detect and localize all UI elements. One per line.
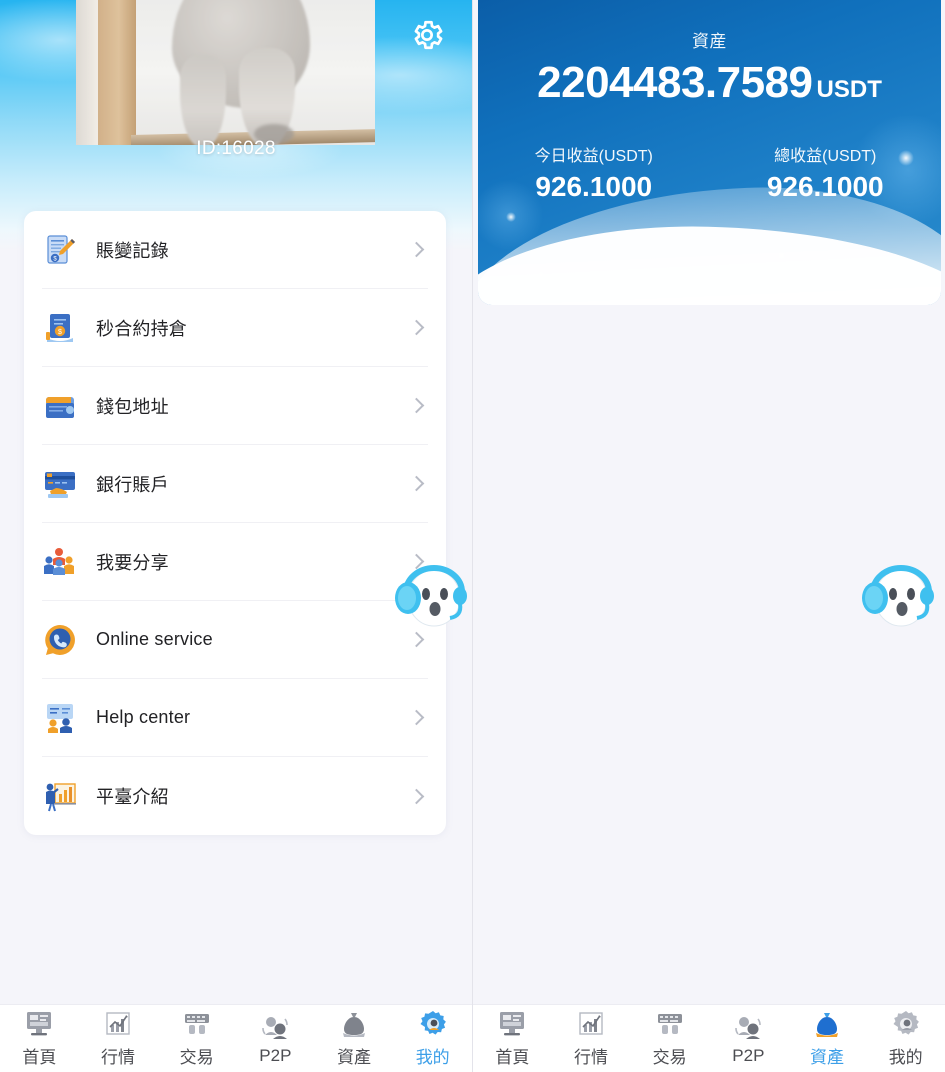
market-chart-icon: [579, 1012, 603, 1035]
menu-item-label: 秒合約持倉: [96, 318, 187, 339]
nav-item-trade[interactable]: 交易: [157, 1009, 236, 1068]
menu-item-transaction-records[interactable]: $ 賬變記錄: [42, 211, 428, 289]
chevron-right-icon: [408, 475, 425, 492]
nav-label: 行情: [101, 1048, 135, 1067]
nav-item-p2p[interactable]: P2P: [236, 1012, 315, 1066]
mine-gear-icon: [893, 1011, 919, 1035]
menu-item-label: 錢包地址: [96, 396, 169, 417]
bank-card-icon: [42, 466, 78, 502]
nav-item-home[interactable]: 首頁: [473, 1009, 552, 1068]
balance-amount: 2204483.7589: [537, 58, 813, 107]
stat-value: 926.1000: [766, 171, 884, 202]
market-chart-icon: [106, 1012, 130, 1035]
total-profit-stat: 總收益(USDT) 926.1000: [710, 142, 942, 203]
phone-chat-icon: [42, 622, 78, 658]
nav-item-home[interactable]: 首頁: [0, 1009, 79, 1068]
menu-item-label: Online service: [96, 629, 213, 649]
nav-label: 交易: [652, 1048, 687, 1067]
menu-item-help-center[interactable]: Help center: [42, 679, 428, 757]
menu-item-contract-positions[interactable]: $ 秒合約持倉: [42, 289, 428, 367]
chevron-right-icon: [408, 709, 425, 726]
home-monitor-icon: [500, 1012, 525, 1036]
balance-unit: USDT: [816, 76, 882, 103]
chevron-right-icon: [408, 241, 425, 258]
nav-item-assets[interactable]: 資產: [315, 1009, 394, 1068]
nav-label: 我的: [415, 1048, 450, 1067]
menu-item-label: 賬變記錄: [96, 240, 169, 261]
stat-value: 926.1000: [535, 171, 653, 202]
nav-label: 交易: [179, 1048, 214, 1067]
nav-label: 資產: [810, 1048, 845, 1067]
help-support-icon: [42, 700, 78, 736]
document-pencil-icon: $: [42, 232, 78, 268]
app-screen: ID:16028 $ 賬變記錄 $ 秒合約持倉 錢包地址 銀行賬戶 我要分享 O…: [0, 0, 945, 1072]
share-people-icon: [42, 544, 78, 580]
nav-label: 首頁: [22, 1048, 57, 1067]
menu-item-share[interactable]: 我要分享: [42, 523, 428, 601]
nav-item-trade[interactable]: 交易: [630, 1009, 709, 1068]
p2p-people-icon: [735, 1016, 762, 1039]
mine-gear-icon: [420, 1011, 446, 1035]
assets-panel: 資産 2204483.7589 USDT 今日收益(USDT) 926.1000…: [472, 0, 945, 1072]
nav-item-assets[interactable]: 資產: [788, 1009, 867, 1068]
presentation-chart-icon: [42, 778, 78, 814]
menu-item-label: 銀行賬戶: [96, 474, 169, 495]
settings-button[interactable]: [404, 12, 450, 58]
today-profit-stat: 今日收益(USDT) 926.1000: [478, 142, 710, 203]
nav-item-mine[interactable]: 我的: [866, 1009, 945, 1068]
bottom-nav-left: 首頁 行情 交易 P2P 資產 我的: [0, 1004, 472, 1072]
nav-item-p2p[interactable]: P2P: [709, 1012, 788, 1066]
nav-item-mine[interactable]: 我的: [393, 1009, 472, 1068]
bottom-nav-right: 首頁 行情 交易 P2P 資產 我的: [473, 1004, 945, 1072]
chevron-right-icon: [408, 319, 425, 336]
nav-label: 我的: [888, 1048, 923, 1067]
nav-label: P2P: [259, 1045, 292, 1065]
assets-moneybag-icon: [816, 1013, 839, 1037]
menu-item-label: 我要分享: [96, 552, 169, 573]
profile-panel: ID:16028 $ 賬變記錄 $ 秒合約持倉 錢包地址 銀行賬戶 我要分享 O…: [0, 0, 472, 1072]
customer-service-button[interactable]: [382, 552, 472, 636]
chevron-right-icon: [408, 397, 425, 414]
nav-label: 首頁: [495, 1048, 530, 1067]
profile-menu-card: $ 賬變記錄 $ 秒合約持倉 錢包地址 銀行賬戶 我要分享 Online ser…: [24, 211, 446, 835]
menu-item-bank-account[interactable]: 銀行賬戶: [42, 445, 428, 523]
user-id-label: ID:16028: [196, 138, 276, 159]
nav-item-market[interactable]: 行情: [79, 1009, 158, 1068]
stat-label: 今日收益(USDT): [534, 148, 653, 165]
customer-service-button[interactable]: [849, 552, 941, 636]
trade-keyboard-icon: [657, 1014, 682, 1034]
nav-label: 資產: [337, 1048, 372, 1067]
balance-title: 資産: [692, 32, 727, 51]
nav-label: P2P: [732, 1045, 765, 1065]
customer-service-mascot-icon: [395, 565, 467, 627]
wallet-icon: [42, 388, 78, 424]
p2p-people-icon: [262, 1016, 289, 1039]
trade-keyboard-icon: [184, 1014, 209, 1034]
menu-item-online-service[interactable]: Online service: [42, 601, 428, 679]
stat-label: 總收益(USDT): [774, 148, 877, 165]
chevron-right-icon: [408, 788, 425, 804]
menu-item-platform-intro[interactable]: 平臺介紹: [42, 757, 428, 835]
avatar[interactable]: [76, 0, 375, 145]
menu-item-label: Help center: [96, 707, 191, 727]
svg-text:$: $: [58, 329, 62, 336]
nav-label: 行情: [574, 1048, 608, 1067]
gear-icon: [414, 20, 443, 50]
menu-item-wallet-address[interactable]: 錢包地址: [42, 367, 428, 445]
avatar-photo: [76, 0, 375, 145]
customer-service-mascot-icon: [862, 565, 934, 627]
nav-item-market[interactable]: 行情: [552, 1009, 631, 1068]
menu-item-label: 平臺介紹: [96, 787, 169, 807]
balance-hero: 資産 2204483.7589 USDT 今日收益(USDT) 926.1000…: [478, 0, 941, 305]
home-monitor-icon: [27, 1012, 52, 1036]
assets-moneybag-icon: [343, 1013, 366, 1037]
contract-coin-icon: $: [42, 310, 78, 346]
